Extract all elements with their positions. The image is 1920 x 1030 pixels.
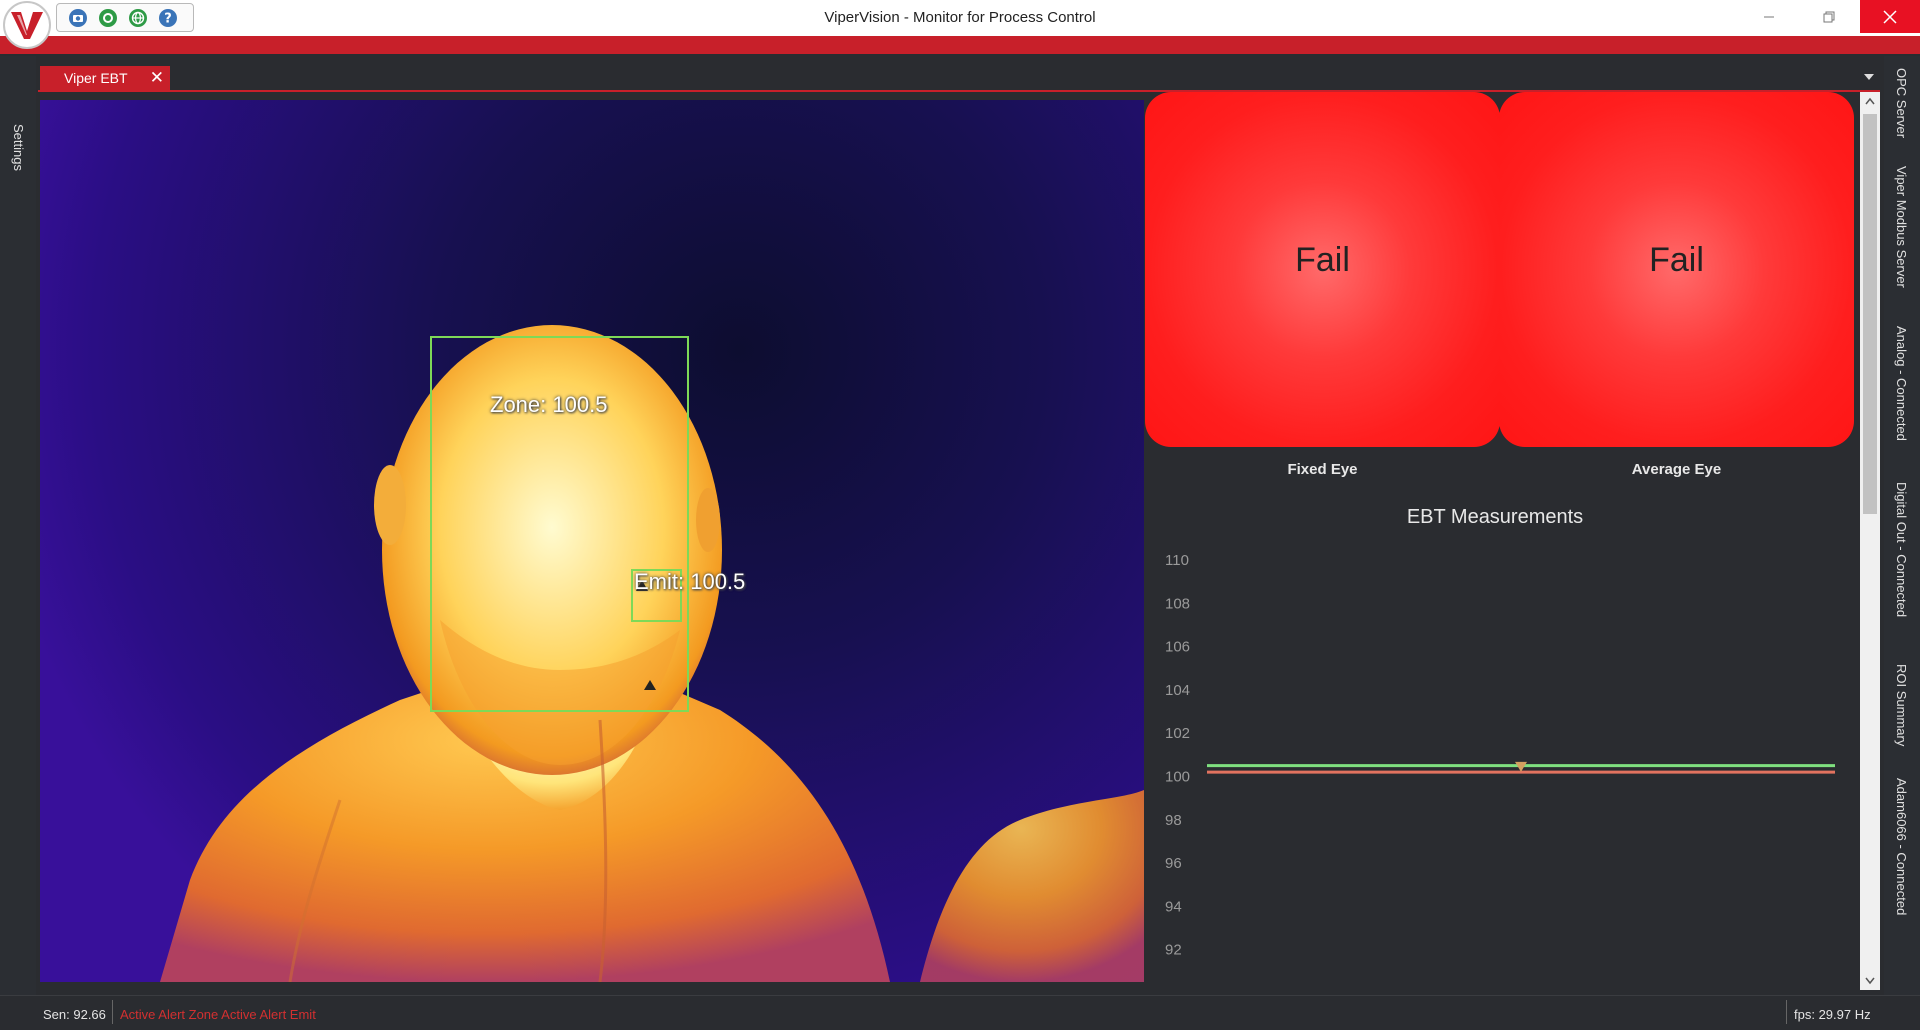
left-dock: Settings	[0, 56, 36, 1017]
fixed-eye-status-panel: Fail	[1145, 92, 1500, 447]
analog-connected-tab[interactable]: Analog - Connected	[1894, 326, 1909, 441]
status-separator	[1786, 1000, 1787, 1024]
y-tick-label: 96	[1165, 855, 1182, 872]
window-title: ViperVision - Monitor for Process Contro…	[824, 9, 1096, 26]
roi-summary-tab[interactable]: ROI Summary	[1894, 664, 1909, 746]
close-window-button[interactable]	[1860, 0, 1920, 33]
accent-bar	[0, 36, 1920, 54]
average-eye-status-panel: Fail	[1499, 92, 1854, 447]
y-tick-label: 94	[1165, 898, 1182, 915]
settings-tab[interactable]: Settings	[11, 124, 26, 171]
y-tick-label: 106	[1165, 639, 1190, 656]
zone-temperature-label: Zone: 100.5	[490, 392, 608, 417]
y-tick-label: 102	[1165, 725, 1190, 742]
emit-temperature-label: Emit: 100.5	[634, 569, 746, 594]
restore-button[interactable]	[1806, 0, 1852, 33]
y-tick-label: 100	[1165, 769, 1190, 786]
fixed-eye-status: Fail	[1295, 241, 1350, 279]
title-bar: ? ViperVision - Monitor for Process Cont…	[0, 0, 1920, 36]
sensor-reading: Sen: 92.66	[43, 1007, 106, 1022]
scroll-thumb[interactable]	[1863, 114, 1877, 514]
y-tick-label: 110	[1165, 552, 1189, 569]
y-tick-label: 98	[1165, 812, 1182, 829]
app-logo[interactable]	[3, 1, 51, 49]
active-alerts: Active Alert Zone Active Alert Emit	[120, 1007, 316, 1022]
vertical-scrollbar[interactable]	[1860, 92, 1880, 990]
close-icon	[1883, 9, 1897, 24]
status-bar: Sen: 92.66 Active Alert Zone Active Aler…	[0, 995, 1920, 1030]
y-tick-label: 92	[1165, 942, 1182, 959]
viper-logo-icon	[11, 12, 43, 39]
minimize-button[interactable]	[1746, 0, 1792, 33]
document-tab-strip: Viper EBT ✕	[38, 64, 1880, 92]
y-tick-label: 108	[1165, 595, 1190, 612]
right-dock: OPC Server Viper Modbus Server Analog - …	[1884, 56, 1920, 1017]
status-separator	[112, 1000, 113, 1024]
tab-viper-ebt[interactable]: Viper EBT ✕	[40, 66, 170, 90]
scroll-down-icon[interactable]	[1860, 972, 1880, 990]
restore-icon	[1823, 11, 1835, 22]
opc-server-tab[interactable]: OPC Server	[1894, 68, 1909, 138]
digital-out-connected-tab[interactable]: Digital Out - Connected	[1894, 482, 1909, 617]
thermal-camera-view[interactable]: Zone: 100.5 Emit: 100.5	[40, 100, 1144, 982]
y-tick-label: 104	[1165, 682, 1190, 699]
minimize-icon	[1764, 16, 1774, 17]
fps-readout: fps: 29.97 Hz	[1794, 1007, 1871, 1022]
viper-modbus-server-tab[interactable]: Viper Modbus Server	[1894, 166, 1909, 288]
average-eye-caption: Average Eye	[1631, 461, 1722, 478]
fixed-eye-caption: Fixed Eye	[1287, 461, 1358, 478]
adam6066-connected-tab[interactable]: Adam6066 - Connected	[1894, 778, 1909, 915]
scroll-up-icon[interactable]	[1860, 92, 1880, 110]
tab-dropdown-icon[interactable]	[1862, 70, 1876, 84]
close-tab-icon[interactable]: ✕	[150, 68, 164, 88]
ebt-measurements-chart: 110 108 106 104 102 100 98 96 94 92	[1165, 552, 1835, 959]
tab-label: Viper EBT	[64, 70, 128, 86]
average-eye-status: Fail	[1649, 241, 1704, 279]
chart-title: EBT Measurements	[1406, 506, 1584, 528]
